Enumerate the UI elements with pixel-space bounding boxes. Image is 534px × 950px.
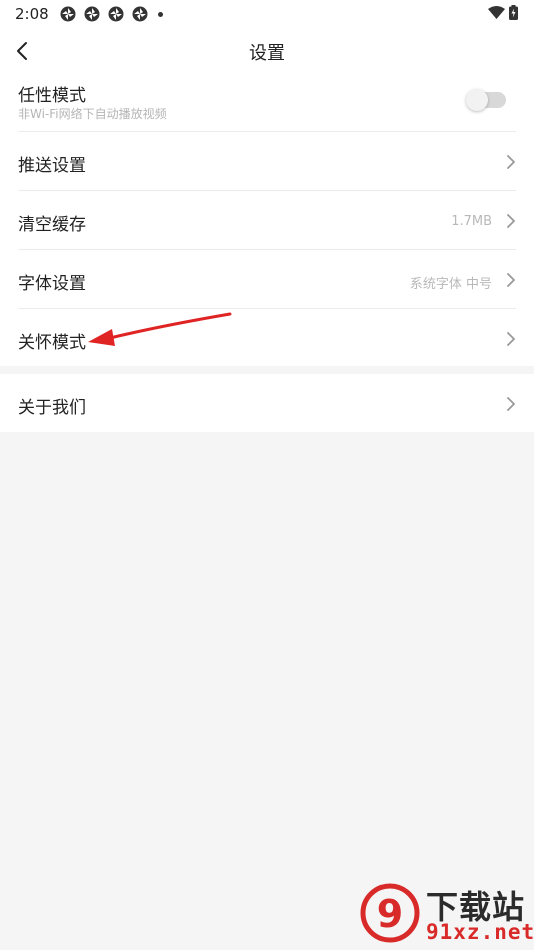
notification-icons: [60, 6, 163, 22]
shutter-icon: [108, 6, 124, 22]
shutter-icon: [60, 6, 76, 22]
more-notifications-dot: [158, 11, 163, 17]
chevron-right-icon: [507, 273, 515, 287]
watermark-logo: 9: [360, 883, 420, 943]
setting-item-wayward-mode: 任性模式 非Wi-Fi网络下自动播放视频: [0, 74, 534, 132]
setting-item-about[interactable]: 关于我们: [0, 374, 534, 432]
about-section: 关于我们: [0, 374, 534, 432]
chevron-right-icon: [507, 397, 515, 411]
setting-item-title: 字体设置: [18, 274, 86, 294]
setting-item-subtitle: 非Wi-Fi网络下自动播放视频: [18, 107, 167, 121]
chevron-right-icon: [507, 155, 515, 169]
app-header: 设置: [0, 28, 534, 74]
settings-list: 任性模式 非Wi-Fi网络下自动播放视频 推送设置 清空缓存 1.7MB 字体设…: [0, 74, 534, 366]
cache-size: 1.7MB: [451, 214, 492, 229]
status-right: [484, 5, 518, 20]
autoplay-toggle[interactable]: [466, 89, 506, 111]
chevron-right-icon: [507, 332, 515, 346]
setting-item-title: 任性模式: [18, 86, 86, 106]
setting-item-title: 关怀模式: [18, 333, 86, 353]
status-bar: 2:08: [0, 0, 534, 28]
setting-item-clear-cache[interactable]: 清空缓存 1.7MB: [0, 191, 534, 250]
watermark-site: 91xz.net: [426, 920, 534, 944]
setting-item-care-mode[interactable]: 关怀模式: [0, 309, 534, 366]
setting-item-title: 清空缓存: [18, 215, 86, 235]
shutter-icon: [84, 6, 100, 22]
setting-item-title: 推送设置: [18, 156, 86, 176]
toggle-knob: [466, 89, 488, 111]
shutter-icon: [132, 6, 148, 22]
battery-charging-icon: [509, 5, 518, 20]
watermark: 9 下载站 91xz.net: [360, 880, 534, 946]
status-time: 2:08: [15, 5, 49, 23]
setting-item-font[interactable]: 字体设置 系统字体 中号: [0, 250, 534, 309]
font-value: 系统字体 中号: [409, 277, 492, 292]
page-title: 设置: [249, 43, 285, 64]
svg-text:9: 9: [377, 892, 403, 936]
setting-item-title: 关于我们: [18, 398, 86, 418]
wifi-icon: [488, 6, 505, 19]
chevron-right-icon: [507, 214, 515, 228]
setting-item-push[interactable]: 推送设置: [0, 132, 534, 191]
